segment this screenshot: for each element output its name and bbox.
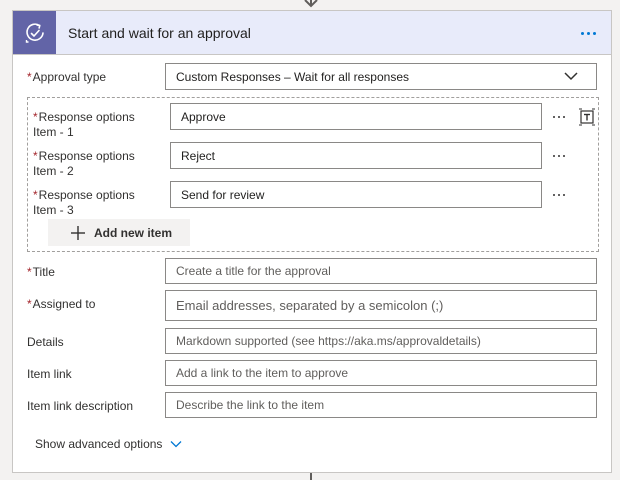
- dot-icon: [553, 194, 555, 196]
- switch-to-text-mode-icon[interactable]: [578, 107, 596, 127]
- approval-type-dropdown[interactable]: Custom Responses – Wait for all response…: [165, 63, 597, 90]
- item-link-input[interactable]: Add a link to the item to approve: [165, 360, 597, 386]
- required-marker: *: [27, 297, 32, 311]
- dot-icon: [558, 155, 560, 157]
- response-option-3-input[interactable]: Send for review: [170, 181, 542, 208]
- details-input[interactable]: Markdown supported (see https://aka.ms/a…: [165, 328, 597, 354]
- response-option-1-more-button[interactable]: [547, 107, 571, 127]
- dot-icon: [592, 31, 596, 35]
- chevron-down-icon: [170, 441, 182, 448]
- dot-icon: [563, 116, 565, 118]
- dot-icon: [553, 155, 555, 157]
- dot-icon: [563, 155, 565, 157]
- card-title: Start and wait for an approval: [68, 25, 251, 41]
- item-link-description-label: Item link description: [27, 399, 134, 413]
- dot-icon: [558, 116, 560, 118]
- approval-type-value: Custom Responses – Wait for all response…: [176, 69, 409, 84]
- approval-icon: [13, 11, 56, 54]
- response-option-2-label: *Response options Item - 2: [33, 149, 135, 178]
- required-marker: *: [33, 110, 38, 124]
- details-label: Details: [27, 335, 64, 349]
- arrow-down-icon: [304, 0, 318, 8]
- approval-action-card: Start and wait for an approval *Approval…: [12, 10, 612, 473]
- chevron-down-icon: [564, 72, 578, 81]
- dot-icon: [563, 194, 565, 196]
- item-link-description-input[interactable]: Describe the link to the item: [165, 392, 597, 418]
- title-input[interactable]: Create a title for the approval: [165, 258, 597, 284]
- assigned-to-label: *Assigned to: [27, 297, 96, 311]
- response-option-1-label: *Response options Item - 1: [33, 110, 135, 139]
- dot-icon: [558, 194, 560, 196]
- required-marker: *: [33, 149, 38, 163]
- add-new-item-button[interactable]: Add new item: [48, 219, 190, 246]
- response-option-3-label: *Response options Item - 3: [33, 188, 135, 217]
- required-marker: *: [27, 265, 32, 279]
- connector-bottom: [310, 473, 312, 480]
- response-option-3-more-button[interactable]: [547, 185, 571, 205]
- item-link-label: Item link: [27, 367, 72, 381]
- title-label: *Title: [27, 265, 55, 279]
- show-advanced-options-button[interactable]: Show advanced options: [35, 437, 182, 451]
- dot-icon: [553, 116, 555, 118]
- required-marker: *: [33, 188, 38, 202]
- dot-icon: [586, 31, 590, 35]
- required-marker: *: [27, 70, 32, 84]
- response-option-1-input[interactable]: Approve: [170, 103, 542, 130]
- plus-icon: [71, 226, 85, 240]
- response-option-2-more-button[interactable]: [547, 146, 571, 166]
- assigned-to-input[interactable]: Email addresses, separated by a semicolo…: [165, 290, 597, 321]
- card-more-options-button[interactable]: [575, 21, 601, 45]
- dot-icon: [580, 31, 584, 35]
- approval-type-label: *Approval type: [27, 70, 107, 84]
- response-options-array: *Response options Item - 1 Approve *Resp…: [27, 97, 599, 252]
- card-header[interactable]: Start and wait for an approval: [13, 11, 611, 55]
- response-option-2-input[interactable]: Reject: [170, 142, 542, 169]
